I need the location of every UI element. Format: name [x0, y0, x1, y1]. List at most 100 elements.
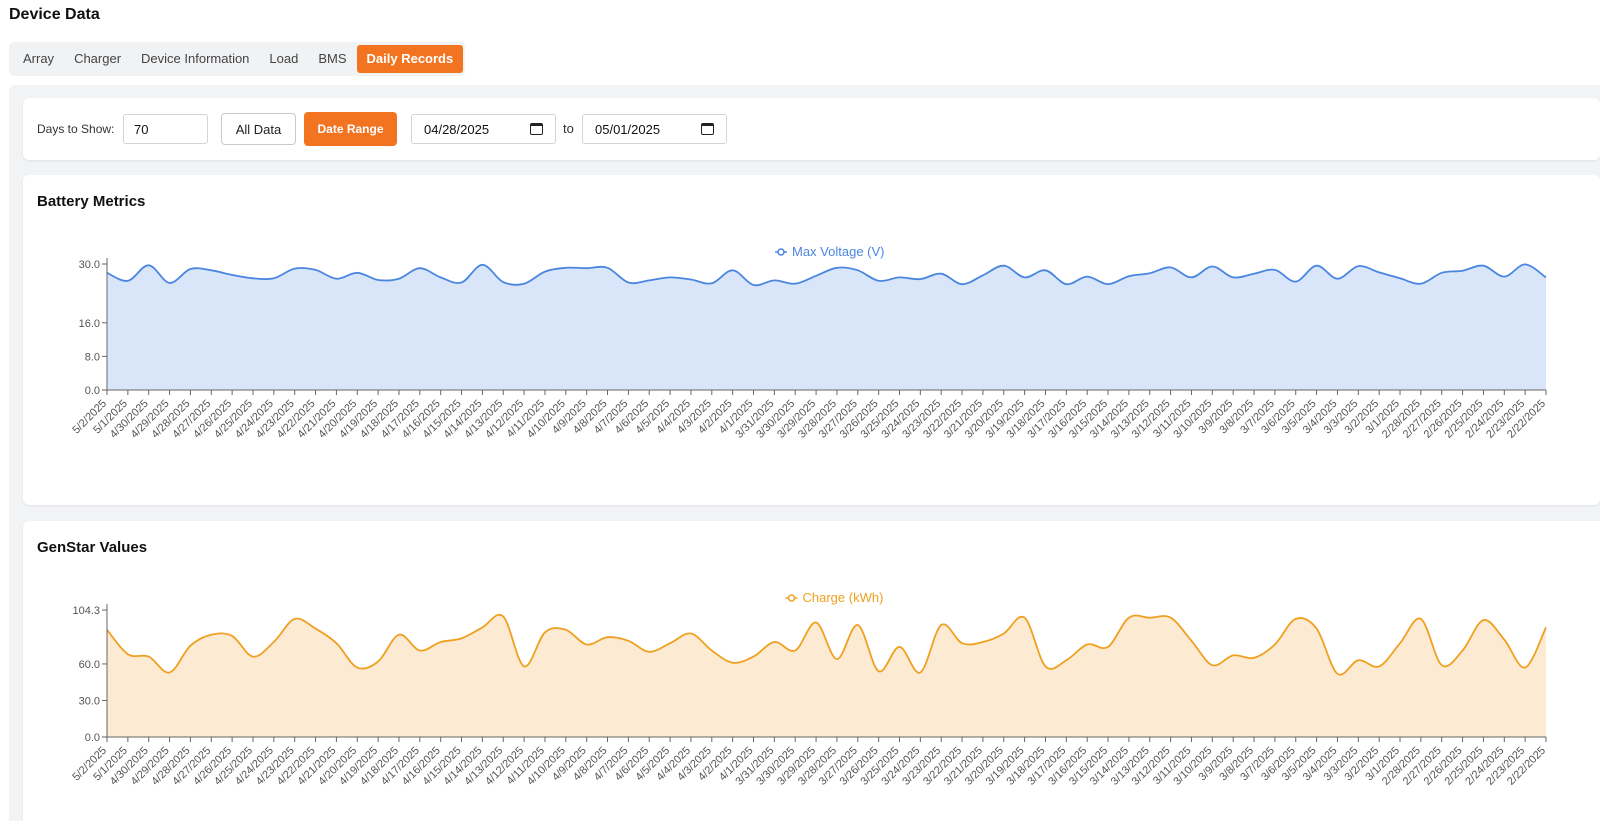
battery-data-point[interactable] — [250, 275, 256, 281]
genstar-data-point[interactable] — [1001, 631, 1007, 637]
genstar-data-point[interactable] — [855, 622, 861, 628]
genstar-data-point[interactable] — [542, 629, 548, 635]
battery-data-point[interactable] — [125, 278, 131, 284]
genstar-data-point[interactable] — [1418, 616, 1424, 622]
battery-data-point[interactable] — [730, 267, 736, 273]
battery-data-point[interactable] — [1042, 267, 1048, 273]
battery-data-point[interactable] — [1251, 271, 1257, 277]
genstar-data-point[interactable] — [751, 654, 757, 660]
genstar-data-point[interactable] — [917, 669, 923, 675]
battery-data-point[interactable] — [563, 265, 569, 271]
genstar-data-point[interactable] — [187, 643, 193, 649]
battery-data-point[interactable] — [1001, 263, 1007, 269]
battery-data-point[interactable] — [146, 262, 152, 268]
battery-data-point[interactable] — [855, 267, 861, 273]
battery-data-point[interactable] — [876, 278, 882, 284]
genstar-data-point[interactable] — [1188, 638, 1194, 644]
battery-data-point[interactable] — [313, 267, 319, 273]
battery-data-point[interactable] — [1126, 273, 1132, 279]
battery-data-point[interactable] — [1084, 274, 1090, 280]
tab-charger[interactable]: Charger — [64, 45, 131, 73]
genstar-data-point[interactable] — [834, 656, 840, 662]
tab-array[interactable]: Array — [13, 45, 64, 73]
genstar-data-point[interactable] — [1522, 665, 1528, 671]
genstar-data-point[interactable] — [1480, 617, 1486, 623]
battery-data-point[interactable] — [1188, 274, 1194, 280]
battery-data-point[interactable] — [1334, 276, 1340, 282]
battery-data-point[interactable] — [1439, 270, 1445, 276]
genstar-data-point[interactable] — [250, 654, 256, 660]
genstar-data-point[interactable] — [333, 640, 339, 646]
genstar-data-point[interactable] — [1147, 615, 1153, 621]
battery-data-point[interactable] — [479, 262, 485, 268]
genstar-data-point[interactable] — [1501, 637, 1507, 643]
battery-data-point[interactable] — [1397, 275, 1403, 281]
battery-data-point[interactable] — [187, 266, 193, 272]
genstar-data-point[interactable] — [667, 640, 673, 646]
genstar-data-point[interactable] — [896, 644, 902, 650]
genstar-data-point[interactable] — [1334, 671, 1340, 677]
battery-data-point[interactable] — [1063, 281, 1069, 287]
calendar-icon[interactable] — [530, 123, 543, 135]
genstar-data-point[interactable] — [980, 639, 986, 645]
battery-data-point[interactable] — [1147, 270, 1153, 276]
genstar-data-point[interactable] — [459, 635, 465, 641]
battery-data-point[interactable] — [396, 276, 402, 282]
battery-data-point[interactable] — [1522, 261, 1528, 267]
battery-data-point[interactable] — [500, 279, 506, 285]
battery-data-point[interactable] — [605, 265, 611, 271]
battery-data-point[interactable] — [980, 272, 986, 278]
battery-data-point[interactable] — [208, 267, 214, 273]
genstar-data-point[interactable] — [375, 659, 381, 665]
genstar-data-point[interactable] — [1293, 616, 1299, 622]
battery-data-point[interactable] — [271, 275, 277, 281]
battery-data-point[interactable] — [167, 280, 173, 286]
tab-bms[interactable]: BMS — [308, 45, 356, 73]
genstar-data-point[interactable] — [146, 654, 152, 660]
genstar-data-point[interactable] — [1314, 626, 1320, 632]
battery-data-point[interactable] — [1022, 274, 1028, 280]
battery-data-point[interactable] — [1418, 281, 1424, 287]
battery-data-point[interactable] — [417, 265, 423, 271]
battery-data-point[interactable] — [792, 281, 798, 287]
battery-data-point[interactable] — [938, 271, 944, 277]
battery-data-point[interactable] — [375, 277, 381, 283]
battery-data-point[interactable] — [751, 282, 757, 288]
battery-data-point[interactable] — [1355, 263, 1361, 269]
days-to-show-input[interactable] — [123, 114, 208, 144]
genstar-data-point[interactable] — [959, 640, 965, 646]
battery-data-point[interactable] — [688, 277, 694, 283]
genstar-data-point[interactable] — [876, 668, 882, 674]
genstar-data-point[interactable] — [417, 648, 423, 654]
genstar-data-point[interactable] — [605, 634, 611, 640]
battery-data-point[interactable] — [1293, 279, 1299, 285]
battery-data-point[interactable] — [1501, 274, 1507, 280]
battery-data-point[interactable] — [1376, 269, 1382, 275]
genstar-data-point[interactable] — [771, 639, 777, 645]
genstar-data-point[interactable] — [584, 641, 590, 647]
genstar-data-point[interactable] — [292, 616, 298, 622]
battery-data-point[interactable] — [584, 265, 590, 271]
genstar-data-point[interactable] — [1543, 624, 1549, 630]
battery-data-point[interactable] — [1105, 281, 1111, 287]
genstar-data-point[interactable] — [1084, 641, 1090, 647]
genstar-data-point[interactable] — [1168, 615, 1174, 621]
genstar-data-point[interactable] — [479, 624, 485, 630]
genstar-data-point[interactable] — [813, 620, 819, 626]
battery-data-point[interactable] — [229, 272, 235, 278]
genstar-data-point[interactable] — [1063, 657, 1069, 663]
tab-daily-records[interactable]: Daily Records — [356, 45, 464, 73]
genstar-data-point[interactable] — [1230, 652, 1236, 658]
genstar-data-point[interactable] — [1397, 640, 1403, 646]
battery-data-point[interactable] — [1209, 264, 1215, 270]
calendar-icon[interactable] — [701, 123, 714, 135]
genstar-data-point[interactable] — [625, 638, 631, 644]
battery-data-point[interactable] — [771, 277, 777, 283]
genstar-data-point[interactable] — [313, 626, 319, 632]
battery-data-point[interactable] — [1168, 264, 1174, 270]
battery-data-point[interactable] — [292, 266, 298, 272]
genstar-data-point[interactable] — [500, 613, 506, 619]
genstar-data-point[interactable] — [1355, 657, 1361, 663]
genstar-data-point[interactable] — [709, 648, 715, 654]
genstar-data-point[interactable] — [1272, 641, 1278, 647]
